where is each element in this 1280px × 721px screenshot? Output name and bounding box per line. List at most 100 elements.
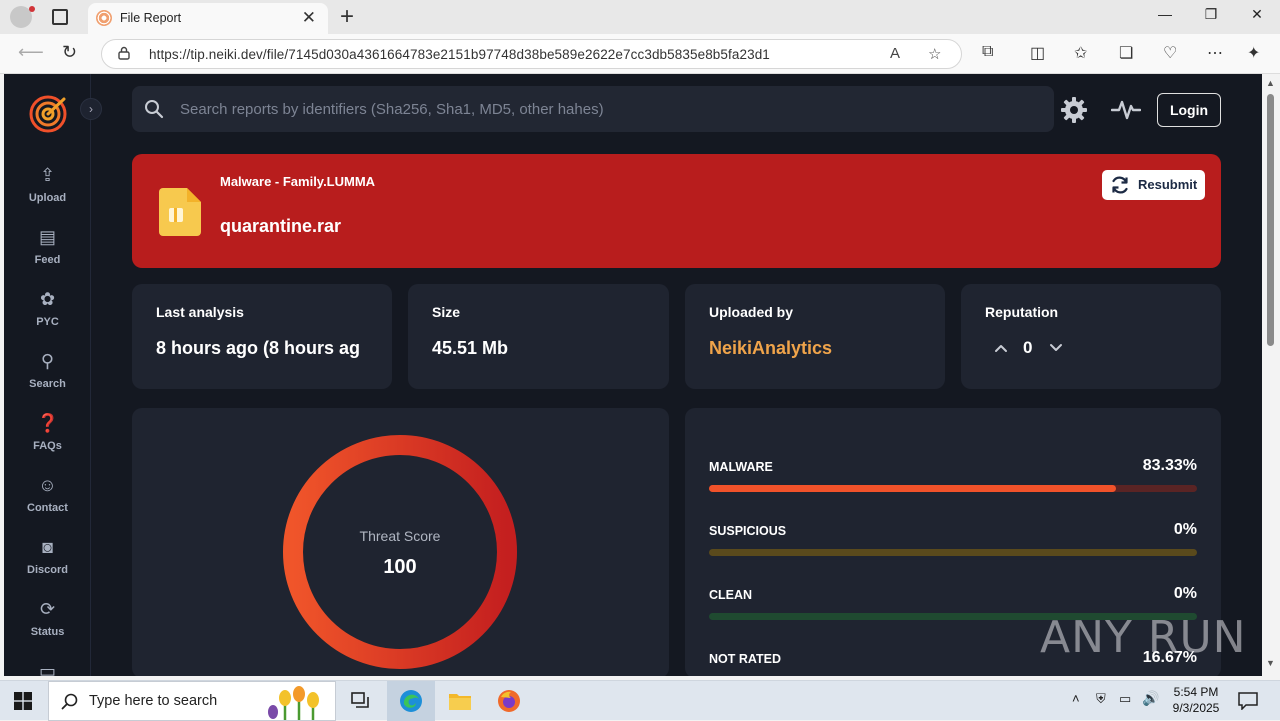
sidebar-item-label: Status (30, 626, 65, 638)
taskbar-firefox[interactable] (485, 681, 533, 721)
sidebar-item-label: Feed (34, 254, 61, 266)
sidebar-item-more[interactable]: ▭ (4, 660, 91, 676)
login-button[interactable]: Login (1157, 93, 1221, 127)
feed-icon: ▤ (38, 227, 56, 247)
discord-icon: ◙ (42, 537, 53, 557)
scroll-down-arrow-icon[interactable]: ▼ (1266, 658, 1275, 668)
volume-icon[interactable]: 🔊 (1142, 690, 1159, 707)
verdict-name: NOT RATED (709, 652, 781, 666)
last-analysis-value: 8 hours ago (8 hours ago) (156, 338, 360, 358)
sidebar-collapse-button[interactable]: › (80, 98, 102, 120)
verdict-bar-track (709, 549, 1197, 556)
url-text[interactable]: https://tip.neiki.dev/file/7145d030a4361… (149, 47, 770, 62)
threat-score-card: Threat Score 100 (132, 408, 669, 676)
sidebar-item-search[interactable]: ⚲ Search (4, 350, 91, 406)
lock-icon (118, 46, 130, 60)
verdict-percent: 0% (1173, 585, 1197, 602)
verdict-name: MALWARE (709, 460, 773, 474)
malware-classification: Malware - Family.LUMMA (220, 174, 376, 189)
search-icon (61, 693, 78, 710)
taskbar-clock[interactable]: 5:54 PM 9/3/2025 (1170, 684, 1222, 716)
python-icon: ✿ (39, 289, 56, 309)
page-scrollbar[interactable]: ▲ ▼ (1262, 74, 1280, 676)
refresh-button[interactable]: ↻ (62, 42, 77, 63)
search-icon: ⚲ (40, 351, 55, 371)
activity-pulse-icon[interactable] (1111, 98, 1141, 122)
sidebar-item-feed[interactable]: ▤ Feed (4, 226, 91, 282)
taskbar-edge-app[interactable] (387, 681, 435, 721)
extensions-icon[interactable]: ⧉ (982, 43, 993, 61)
taskbar-file-explorer[interactable] (436, 681, 484, 721)
size-card: Size 45.51 Mb (408, 284, 669, 389)
task-view-button[interactable] (338, 681, 386, 721)
collections-icon[interactable]: ❏ (1119, 43, 1133, 63)
sidebar-item-pyc[interactable]: ✿ PYC (4, 288, 91, 344)
copilot-icon[interactable]: ✦ (1247, 43, 1260, 63)
browser-titlebar: File Report ✕ + — ❐ ✕ (0, 0, 1280, 34)
clock-time: 5:54 PM (1173, 685, 1219, 699)
uploader-link[interactable]: NeikiAnalytics (709, 338, 832, 359)
windows-start-icon[interactable] (14, 692, 32, 710)
neiki-logo-icon[interactable] (28, 94, 68, 134)
search-input[interactable] (180, 86, 1040, 132)
card-title: Last analysis (156, 304, 244, 320)
reputation-card: Reputation 0 (961, 284, 1221, 389)
sidebar-item-label: Upload (28, 192, 67, 204)
tab-actions-icon[interactable] (52, 9, 68, 25)
sidebar: › ⇪ Upload ▤ Feed ✿ PYC ⚲ Search ❓ FAQs … (4, 74, 102, 676)
verdict-percent: 0% (1173, 521, 1197, 538)
sidebar-item-discord[interactable]: ◙ Discord (4, 536, 91, 592)
sidebar-item-upload[interactable]: ⇪ Upload (4, 164, 91, 220)
show-hidden-icons-chevron-icon[interactable]: ˄ (1072, 691, 1080, 706)
notification-dot (29, 6, 35, 12)
search-bar (132, 86, 1054, 132)
new-tab-button[interactable]: + (340, 3, 354, 31)
reputation-value: 0 (1023, 338, 1033, 357)
browser-tab[interactable]: File Report ✕ (88, 3, 328, 34)
network-icon[interactable]: ▭ (1119, 691, 1131, 707)
clock-date: 9/3/2025 (1172, 701, 1220, 715)
notification-center-icon[interactable] (1238, 692, 1258, 710)
back-button[interactable]: ⟵ (18, 42, 44, 63)
read-aloud-icon[interactable]: A (890, 45, 900, 62)
downvote-chevron-icon[interactable] (1048, 340, 1064, 356)
main-content: Login Malware - Family.LUMMA quarantine.… (132, 74, 1222, 676)
taskbar-search-box[interactable]: Type here to search (48, 681, 336, 721)
threat-score-gauge (283, 435, 517, 669)
card-title: Size (432, 304, 461, 320)
favorite-star-icon[interactable]: ☆ (928, 45, 941, 63)
restore-button[interactable]: ❐ (1188, 6, 1234, 23)
threat-score-label: Threat Score (359, 528, 441, 544)
verdict-name: SUSPICIOUS (709, 524, 787, 538)
sidebar-item-label: PYC (36, 316, 59, 328)
resubmit-button[interactable]: Resubmit (1102, 170, 1205, 200)
split-screen-icon[interactable]: ◫ (1030, 43, 1045, 63)
verdict-row-suspicious: SUSPICIOUS 0% (709, 521, 1197, 564)
firefox-icon (498, 690, 520, 712)
browser-essentials-icon[interactable]: ♡ (1163, 43, 1177, 63)
favorites-icon[interactable]: ✩ (1074, 43, 1087, 63)
url-field[interactable]: https://tip.neiki.dev/file/7145d030a4361… (101, 39, 962, 69)
uploaded-by-card: Uploaded by NeikiAnalytics (685, 284, 945, 389)
scroll-up-arrow-icon[interactable]: ▲ (1266, 78, 1275, 88)
folder-icon (449, 694, 471, 710)
security-icon[interactable]: ⛨ (1096, 691, 1106, 707)
gear-icon[interactable] (1060, 96, 1088, 124)
minimize-button[interactable]: — (1142, 6, 1188, 22)
sidebar-item-label: FAQs (33, 440, 62, 452)
upload-icon: ⇪ (39, 165, 56, 185)
last-analysis-card: Last analysis 8 hours ago (8 hours ago) (132, 284, 392, 389)
upvote-chevron-icon[interactable] (993, 340, 1009, 356)
verdict-bar-fill (709, 485, 1116, 492)
size-value: 45.51 Mb (432, 338, 509, 358)
sidebar-item-faqs[interactable]: ❓ FAQs (4, 412, 91, 468)
sidebar-item-contact[interactable]: ☺ Contact (4, 474, 91, 530)
close-window-button[interactable]: ✕ (1234, 6, 1280, 23)
more-menu-icon[interactable]: ⋯ (1207, 43, 1223, 63)
refresh-icon (1112, 176, 1128, 194)
sidebar-item-status[interactable]: ⟳ Status (4, 598, 91, 654)
card-title: Uploaded by (709, 304, 794, 320)
resubmit-label: Resubmit (1138, 177, 1198, 192)
tab-close-button[interactable]: ✕ (302, 8, 316, 28)
scrollbar-thumb[interactable] (1267, 94, 1274, 346)
